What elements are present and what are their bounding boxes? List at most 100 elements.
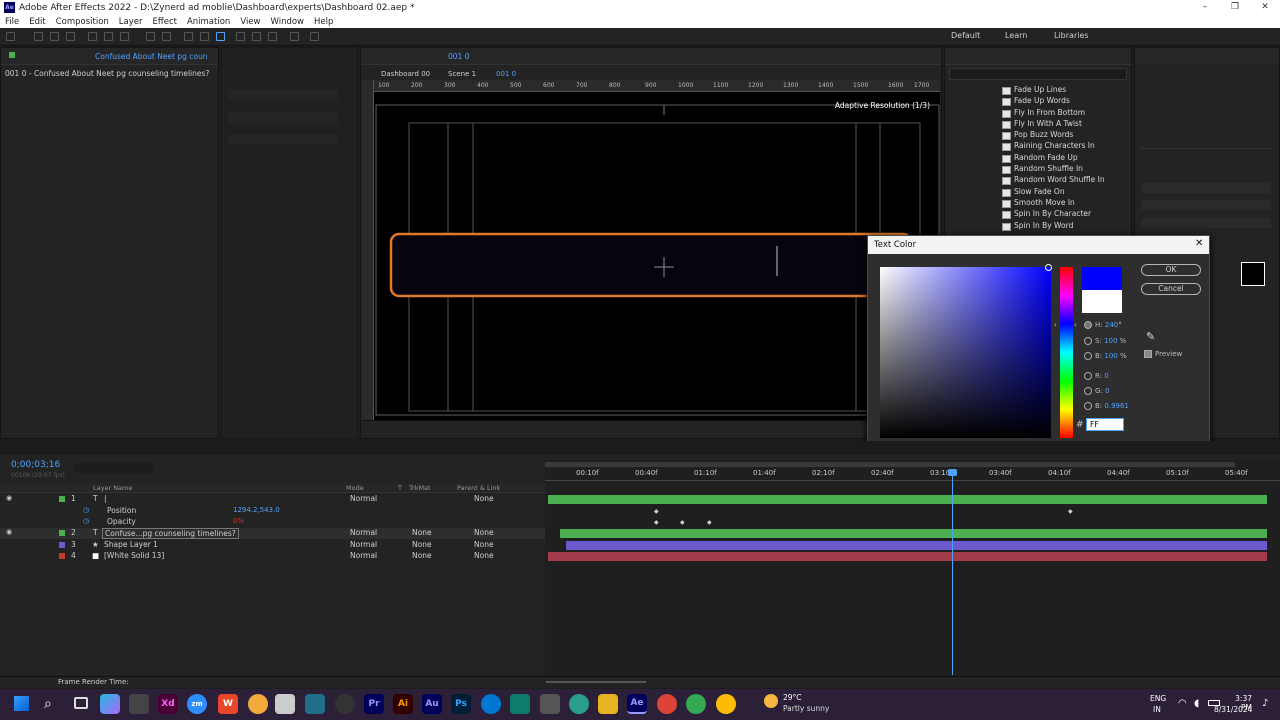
workspace-libraries[interactable]: Libraries [1054, 31, 1089, 40]
col-layer-name[interactable]: Layer Name [93, 484, 132, 492]
layer-bar-1[interactable] [548, 495, 1267, 504]
label-color-icon[interactable] [59, 496, 65, 502]
time-ruler[interactable]: 00:10f 00:40f 01:10f 01:40f 02:10f 02:40… [545, 467, 1280, 481]
hand-tool-icon[interactable] [50, 32, 59, 41]
minimize-icon[interactable]: – [1190, 0, 1220, 15]
visibility-eye-icon[interactable]: ◉ [6, 528, 12, 536]
layer-name[interactable]: Shape Layer 1 [104, 540, 158, 549]
folder-app-icon[interactable] [598, 694, 618, 714]
zoom-tool-icon[interactable] [66, 32, 75, 41]
close-icon[interactable]: ✕ [1195, 238, 1203, 249]
list-item[interactable]: Fly In With A Twist [998, 118, 1128, 130]
after-effects-app-icon[interactable]: Ae [627, 694, 647, 714]
effects-search-input[interactable] [949, 68, 1127, 80]
timeline-search-input[interactable] [74, 463, 154, 473]
chrome-profile-3-icon[interactable] [716, 694, 736, 714]
hue-slider-right-arrow-icon[interactable]: ‹ [1074, 321, 1077, 329]
copilot-icon[interactable] [100, 694, 120, 714]
parent-select[interactable]: None [474, 551, 494, 560]
breadcrumb-current[interactable]: 001 0 [496, 70, 516, 78]
hue-slider-left-arrow-icon[interactable]: › [1054, 321, 1057, 329]
cancel-button[interactable]: Cancel [1141, 283, 1201, 295]
parent-select[interactable]: None [474, 494, 494, 503]
list-item[interactable]: Pop Buzz Words [998, 129, 1128, 141]
menu-edit[interactable]: Edit [29, 17, 45, 27]
position-value[interactable]: 1294.2,543.0 [233, 506, 280, 514]
parent-select[interactable]: None [474, 528, 494, 537]
label-color-icon[interactable] [59, 530, 65, 536]
menu-effect[interactable]: Effect [153, 17, 177, 27]
keyframe-icon[interactable]: ◆ [654, 508, 659, 515]
layer-name[interactable]: [White Solid 13] [104, 551, 164, 560]
eyedropper-icon[interactable]: ✎ [1146, 330, 1155, 343]
opacity-value[interactable]: 0% [233, 517, 244, 525]
brightness-field[interactable]: B: 100 % [1095, 352, 1127, 360]
orbit-tool-icon[interactable] [88, 32, 97, 41]
menu-window[interactable]: Window [270, 17, 304, 27]
list-item[interactable]: Raining Characters In [998, 140, 1128, 152]
type-tool-icon[interactable] [216, 32, 225, 41]
blue-field[interactable]: B: 0.9961 [1095, 402, 1129, 410]
chrome-profile-2-icon[interactable] [686, 694, 706, 714]
workspace-default[interactable]: Default [951, 31, 980, 40]
label-color-icon[interactable] [59, 553, 65, 559]
clock-date[interactable]: 8/31/2024 [1214, 705, 1252, 714]
keyframe-icon[interactable]: ◆ [654, 519, 659, 526]
playhead[interactable] [952, 470, 953, 675]
search-icon[interactable]: ⌕ [44, 696, 52, 712]
weather-temp[interactable]: 29°C [783, 693, 802, 702]
pan-tool-icon[interactable] [104, 32, 113, 41]
stopwatch-icon[interactable]: ◷ [83, 506, 89, 514]
hex-input[interactable]: FF [1086, 418, 1124, 431]
col-parent[interactable]: Parent & Link [457, 484, 500, 492]
chrome-app-icon[interactable] [657, 694, 677, 714]
breadcrumb-scene[interactable]: Scene 1 [448, 70, 476, 78]
layer-name[interactable]: | [104, 494, 107, 503]
list-item[interactable]: Smooth Move In [998, 197, 1128, 209]
wifi-icon[interactable]: ◠ [1178, 698, 1187, 709]
color-picker-cursor-icon[interactable] [1045, 264, 1052, 271]
list-item[interactable]: Random Shuffle In [998, 163, 1128, 175]
timecode-display[interactable]: 0;00;03;16 [11, 460, 60, 470]
maximize-icon[interactable]: ❐ [1220, 0, 1250, 15]
comp-tab[interactable]: 001 0 [448, 52, 469, 61]
menu-help[interactable]: Help [314, 17, 333, 27]
list-item[interactable]: Fade Up Lines [998, 84, 1128, 96]
green-radio[interactable] [1084, 387, 1092, 395]
table-row[interactable]: ◉ 1 T | Normal None [0, 494, 545, 505]
puppet-tool-icon[interactable] [310, 32, 319, 41]
selection-tool-icon[interactable] [34, 32, 43, 41]
illustrator-app-icon[interactable]: Ai [393, 694, 413, 714]
list-item[interactable]: Spin In By Word [998, 220, 1128, 231]
hue-field[interactable]: H: 240° [1095, 321, 1122, 329]
menu-view[interactable]: View [240, 17, 260, 27]
saturation-field[interactable]: S: 100 % [1095, 337, 1126, 345]
preview-checkbox[interactable] [1144, 350, 1152, 358]
workspace-learn[interactable]: Learn [1005, 31, 1027, 40]
task-view-icon[interactable] [74, 697, 88, 709]
timeline-graph[interactable] [545, 460, 1280, 685]
property-row[interactable]: ◷ Position 1294.2,543.0 [0, 506, 545, 517]
playhead-handle-icon[interactable] [948, 469, 957, 476]
list-item[interactable]: Fly In From Bottom [998, 107, 1128, 118]
close-icon[interactable]: ✕ [1250, 0, 1280, 15]
anchor-tool-icon[interactable] [162, 32, 171, 41]
brightness-radio[interactable] [1084, 352, 1092, 360]
red-field[interactable]: R: 0 [1095, 372, 1109, 380]
roto-tool-icon[interactable] [290, 32, 299, 41]
edge-app-icon[interactable] [481, 694, 501, 714]
table-row[interactable]: 3 ★ Shape Layer 1 Normal None None [0, 540, 545, 551]
parent-select[interactable]: None [474, 540, 494, 549]
chrome-profile-icon[interactable] [569, 694, 589, 714]
list-item[interactable]: Fade Up Words [998, 95, 1128, 107]
eraser-tool-icon[interactable] [268, 32, 277, 41]
premiere-app-icon[interactable]: Pr [364, 694, 384, 714]
effect-controls-tab[interactable]: Confused About Neet pg coun [95, 52, 208, 61]
brush-tool-icon[interactable] [236, 32, 245, 41]
weather-icon[interactable] [764, 694, 778, 708]
photoshop-app-icon[interactable]: Ps [451, 694, 471, 714]
menu-file[interactable]: File [5, 17, 19, 27]
mode-select[interactable]: Normal [350, 540, 377, 549]
layer-bar-4[interactable] [548, 552, 1267, 561]
stopwatch-icon[interactable]: ◷ [83, 517, 89, 525]
